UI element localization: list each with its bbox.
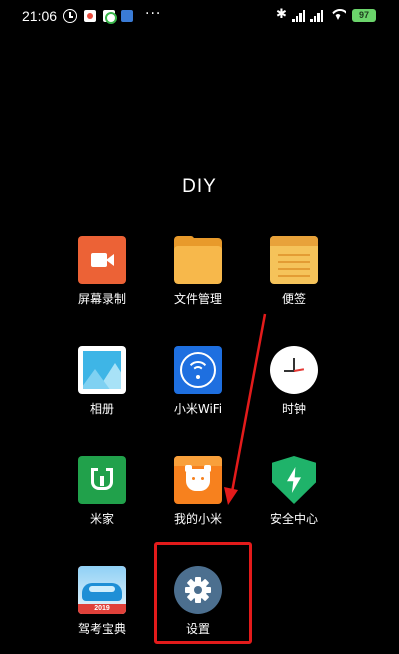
arrow-head — [224, 487, 238, 505]
arrow-shaft — [230, 313, 267, 493]
arrow-annotation — [224, 313, 267, 505]
